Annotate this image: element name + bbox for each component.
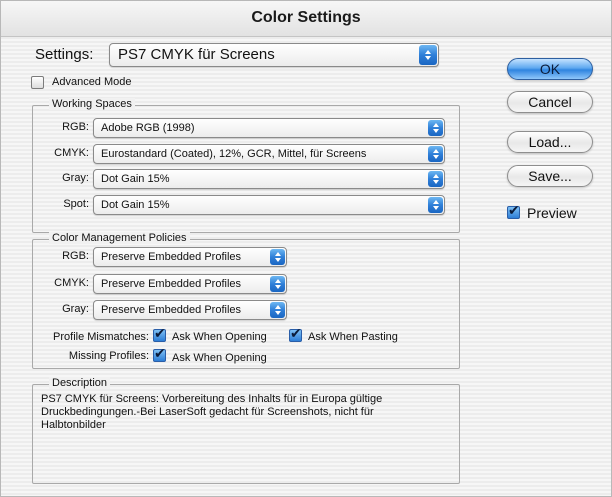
pol-rgb-popup[interactable]: Preserve Embedded Profiles [93,247,287,267]
ws-spot-popup[interactable]: Dot Gain 15% [93,195,445,215]
popup-arrows-icon [428,146,443,162]
pol-gray-label: Gray: [62,303,89,315]
color-settings-window: Color Settings Settings: PS7 CMYK für Sc… [0,0,612,497]
popup-arrows-icon [270,249,285,265]
mismatch-ask-pasting-checkbox[interactable] [289,326,302,342]
pol-cmyk-popup[interactable]: Preserve Embedded Profiles [93,274,287,294]
ws-spot-label: Spot: [63,198,89,210]
ws-spot-value: Dot Gain 15% [101,199,170,211]
pol-gray-value: Preserve Embedded Profiles [101,304,242,316]
ws-gray-value: Dot Gain 15% [101,173,170,185]
ws-rgb-popup[interactable]: Adobe RGB (1998) [93,118,445,138]
ws-gray-label: Gray: [62,172,89,184]
window-title: Color Settings [251,9,361,26]
ws-gray-popup[interactable]: Dot Gain 15% [93,169,445,189]
mismatch-ask-opening-checkbox[interactable] [153,326,166,342]
ws-rgb-value: Adobe RGB (1998) [101,122,195,134]
advanced-mode-checkbox[interactable] [31,76,44,89]
popup-arrows-icon [428,120,443,136]
description-title: Description [49,377,111,389]
popup-arrows-icon [270,302,285,318]
ws-cmyk-value: Eurostandard (Coated), 12%, GCR, Mittel,… [101,148,367,160]
description-line-2: Druckbedingungen.-Bei LaserSoft gedacht … [41,406,374,418]
load-button[interactable]: Load... [507,131,593,153]
mismatch-ask-opening-label: Ask When Opening [172,331,267,343]
ws-cmyk-popup[interactable]: Eurostandard (Coated), 12%, GCR, Mittel,… [93,144,445,164]
settings-value: PS7 CMYK für Screens [118,46,275,63]
missing-ask-opening-label: Ask When Opening [172,352,267,364]
missing-profiles-label: Missing Profiles: [68,350,149,362]
pol-rgb-value: Preserve Embedded Profiles [101,251,242,263]
description-line-3: Halbtonbilder [41,419,106,431]
pol-cmyk-value: Preserve Embedded Profiles [101,278,242,290]
pol-gray-popup[interactable]: Preserve Embedded Profiles [93,300,287,320]
profile-mismatches-label: Profile Mismatches: [53,331,149,343]
description-line-1: PS7 CMYK für Screens: Vorbereitung des I… [41,393,383,405]
preview-checkbox[interactable] [507,203,520,219]
save-button[interactable]: Save... [507,165,593,187]
preview-label: Preview [527,205,577,221]
pol-rgb-label: RGB: [62,250,89,262]
missing-ask-opening-checkbox[interactable] [153,346,166,362]
pol-cmyk-label: CMYK: [54,277,89,289]
title-bar[interactable]: Color Settings [1,1,611,37]
ok-button[interactable]: OK [507,58,593,80]
popup-arrows-icon [419,45,437,65]
ws-cmyk-label: CMYK: [54,147,89,159]
policies-title: Color Management Policies [49,232,190,244]
working-spaces-title: Working Spaces [49,98,135,110]
settings-popup[interactable]: PS7 CMYK für Screens [109,43,439,67]
mismatch-ask-pasting-label: Ask When Pasting [308,331,398,343]
popup-arrows-icon [428,171,443,187]
popup-arrows-icon [428,197,443,213]
ws-rgb-label: RGB: [62,121,89,133]
cancel-button[interactable]: Cancel [507,91,593,113]
popup-arrows-icon [270,276,285,292]
settings-label: Settings: [35,46,94,63]
advanced-mode-label: Advanced Mode [52,76,132,88]
